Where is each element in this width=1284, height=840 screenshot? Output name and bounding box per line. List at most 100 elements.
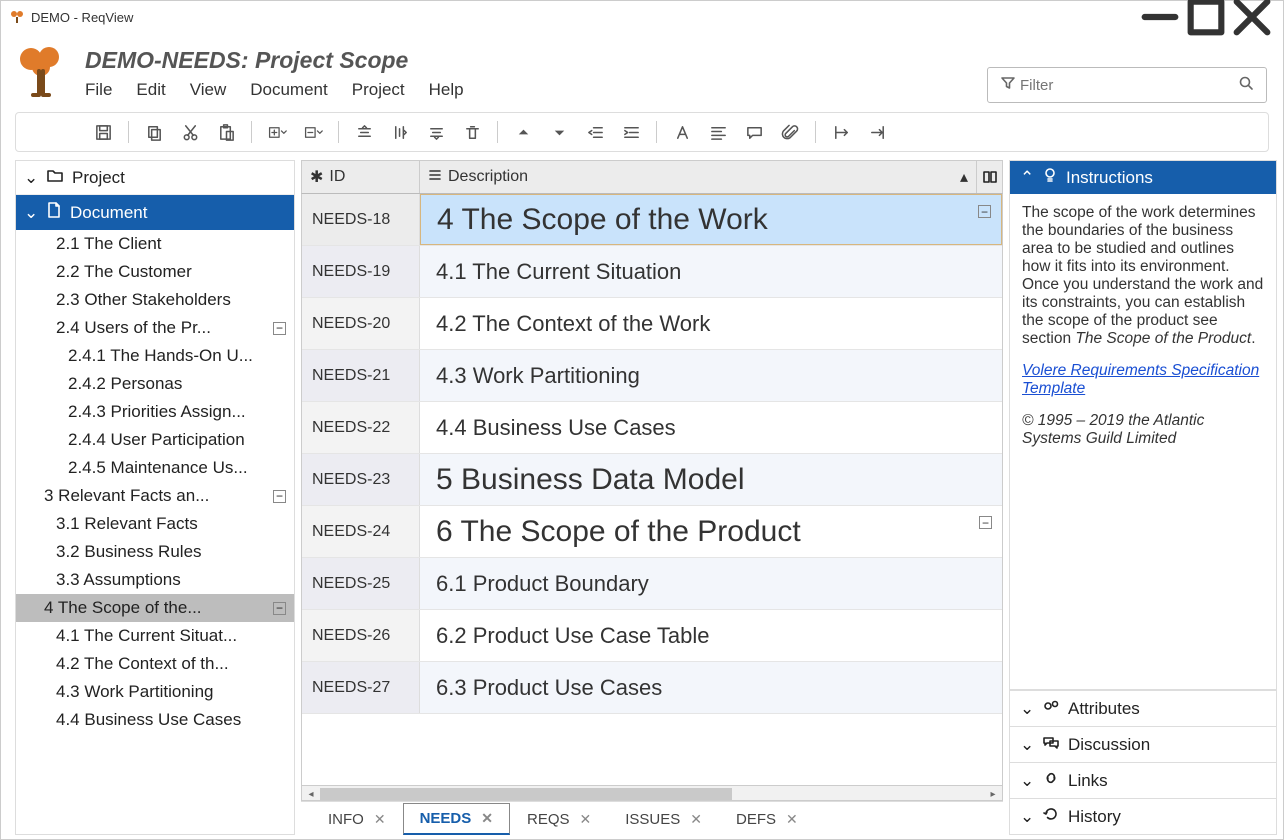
cell-description[interactable]: 6.1 Product Boundary	[420, 558, 1002, 609]
add-dropdown-icon[interactable]	[260, 117, 294, 147]
table-row[interactable]: NEEDS-256.1 Product Boundary	[302, 558, 1002, 610]
sidebar-header-project[interactable]: ⌄ Project	[16, 161, 294, 195]
minimize-button[interactable]	[1137, 2, 1183, 32]
cell-description[interactable]: 6.2 Product Use Case Table	[420, 610, 1002, 661]
maximize-button[interactable]	[1183, 2, 1229, 32]
collapse-icon[interactable]: −	[273, 490, 286, 503]
table-row[interactable]: NEEDS-246 The Scope of the Product−	[302, 506, 1002, 558]
sidebar-item[interactable]: 3 Relevant Facts an...−	[16, 482, 294, 510]
sidebar-item[interactable]: 2.2 The Customer	[16, 258, 294, 286]
table-row[interactable]: NEEDS-276.3 Product Use Cases	[302, 662, 1002, 714]
column-header-id[interactable]: ✱ ID	[302, 161, 420, 193]
sidebar-header-document[interactable]: ⌄ Document	[16, 195, 294, 230]
close-icon[interactable]: ✕	[580, 811, 592, 828]
sidebar-item[interactable]: 4.4 Business Use Cases	[16, 706, 294, 734]
columns-config-icon[interactable]	[976, 161, 1002, 193]
delete-icon[interactable]	[455, 117, 489, 147]
menu-file[interactable]: File	[85, 80, 112, 100]
table-row[interactable]: NEEDS-204.2 The Context of the Work	[302, 298, 1002, 350]
collapse-icon[interactable]: −	[979, 516, 992, 529]
table-row[interactable]: NEEDS-214.3 Work Partitioning	[302, 350, 1002, 402]
indent-icon[interactable]	[614, 117, 648, 147]
sidebar-item[interactable]: 2.3 Other Stakeholders	[16, 286, 294, 314]
instructions-header[interactable]: ⌃ Instructions	[1010, 161, 1276, 194]
cell-description[interactable]: 4.2 The Context of the Work	[420, 298, 1002, 349]
doc-tab[interactable]: REQS✕	[510, 803, 608, 835]
sidebar-item[interactable]: 2.4.5 Maintenance Us...	[16, 454, 294, 482]
sidebar-item[interactable]: 3.1 Relevant Facts	[16, 510, 294, 538]
horizontal-scrollbar[interactable]: ◂ ▸	[301, 785, 1003, 801]
insert-below-icon[interactable]	[419, 117, 453, 147]
sidebar-item[interactable]: 4.3 Work Partitioning	[16, 678, 294, 706]
paste-icon[interactable]	[209, 117, 243, 147]
insert-right-icon[interactable]	[383, 117, 417, 147]
outdent-icon[interactable]	[578, 117, 612, 147]
filter-input[interactable]	[1020, 77, 1234, 94]
menu-document[interactable]: Document	[250, 80, 327, 100]
table-row[interactable]: NEEDS-266.2 Product Use Case Table	[302, 610, 1002, 662]
cell-description[interactable]: 4.3 Work Partitioning	[420, 350, 1002, 401]
sidebar-item[interactable]: 2.4.4 User Participation	[16, 426, 294, 454]
collapse-icon[interactable]: −	[273, 322, 286, 335]
table-body[interactable]: NEEDS-184 The Scope of the Work−NEEDS-19…	[301, 194, 1003, 785]
collapse-icon[interactable]: −	[273, 602, 286, 615]
scroll-left-icon[interactable]: ◂	[303, 787, 319, 801]
section-links[interactable]: ⌄ Links	[1010, 762, 1276, 798]
sidebar-item[interactable]: 3.2 Business Rules	[16, 538, 294, 566]
sidebar-item[interactable]: 2.4.1 The Hands-On U...	[16, 342, 294, 370]
move-down-icon[interactable]	[542, 117, 576, 147]
doc-tab[interactable]: NEEDS✕	[403, 803, 510, 835]
column-header-description[interactable]: Description ▴	[420, 161, 976, 193]
menu-view[interactable]: View	[190, 80, 227, 100]
menu-edit[interactable]: Edit	[136, 80, 165, 100]
close-icon[interactable]: ✕	[690, 811, 702, 828]
sidebar-item[interactable]: 4 The Scope of the...−	[16, 594, 294, 622]
close-icon[interactable]: ✕	[481, 810, 493, 827]
scroll-thumb[interactable]	[320, 788, 732, 800]
sort-up-icon[interactable]: ▴	[960, 167, 968, 187]
doc-tab[interactable]: INFO✕	[311, 803, 403, 835]
insert-above-icon[interactable]	[347, 117, 381, 147]
sidebar-item[interactable]: 3.3 Assumptions	[16, 566, 294, 594]
comment-icon[interactable]	[737, 117, 771, 147]
doc-tab[interactable]: ISSUES✕	[608, 803, 719, 835]
cell-description[interactable]: 4.4 Business Use Cases	[420, 402, 1002, 453]
close-icon[interactable]: ✕	[374, 811, 386, 828]
table-row[interactable]: NEEDS-184 The Scope of the Work−	[302, 194, 1002, 246]
search-icon[interactable]	[1238, 75, 1254, 95]
section-attributes[interactable]: ⌄ Attributes	[1010, 690, 1276, 726]
sidebar-item[interactable]: 2.4.2 Personas	[16, 370, 294, 398]
link-out-icon[interactable]	[824, 117, 858, 147]
sidebar-item[interactable]: 2.4 Users of the Pr...−	[16, 314, 294, 342]
close-button[interactable]	[1229, 2, 1275, 32]
font-icon[interactable]	[665, 117, 699, 147]
align-icon[interactable]	[701, 117, 735, 147]
sidebar-item[interactable]: 4.1 The Current Situat...	[16, 622, 294, 650]
cell-description[interactable]: 5 Business Data Model	[420, 454, 1002, 505]
copy-icon[interactable]	[137, 117, 171, 147]
cut-icon[interactable]	[173, 117, 207, 147]
volere-link[interactable]: Volere Requirements Specification Templa…	[1022, 362, 1259, 397]
doc-tab[interactable]: DEFS✕	[719, 803, 815, 835]
table-row[interactable]: NEEDS-224.4 Business Use Cases	[302, 402, 1002, 454]
menu-help[interactable]: Help	[429, 80, 464, 100]
save-icon[interactable]	[86, 117, 120, 147]
menu-project[interactable]: Project	[352, 80, 405, 100]
sidebar-item[interactable]: 2.1 The Client	[16, 230, 294, 258]
cell-description[interactable]: 6.3 Product Use Cases	[420, 662, 1002, 713]
table-row[interactable]: NEEDS-194.1 The Current Situation	[302, 246, 1002, 298]
collapse-icon[interactable]: −	[978, 205, 991, 218]
remove-dropdown-icon[interactable]	[296, 117, 330, 147]
section-history[interactable]: ⌄ History	[1010, 798, 1276, 834]
sidebar-tree[interactable]: 2.1 The Client2.2 The Customer2.3 Other …	[16, 230, 294, 834]
sidebar-item[interactable]: 2.4.3 Priorities Assign...	[16, 398, 294, 426]
cell-description[interactable]: 6 The Scope of the Product−	[420, 506, 1002, 557]
cell-description[interactable]: 4 The Scope of the Work−	[420, 194, 1002, 245]
table-row[interactable]: NEEDS-235 Business Data Model	[302, 454, 1002, 506]
move-up-icon[interactable]	[506, 117, 540, 147]
section-discussion[interactable]: ⌄ Discussion	[1010, 726, 1276, 762]
filter-box[interactable]	[987, 67, 1267, 103]
attachment-icon[interactable]	[773, 117, 807, 147]
link-in-icon[interactable]	[860, 117, 894, 147]
cell-description[interactable]: 4.1 The Current Situation	[420, 246, 1002, 297]
